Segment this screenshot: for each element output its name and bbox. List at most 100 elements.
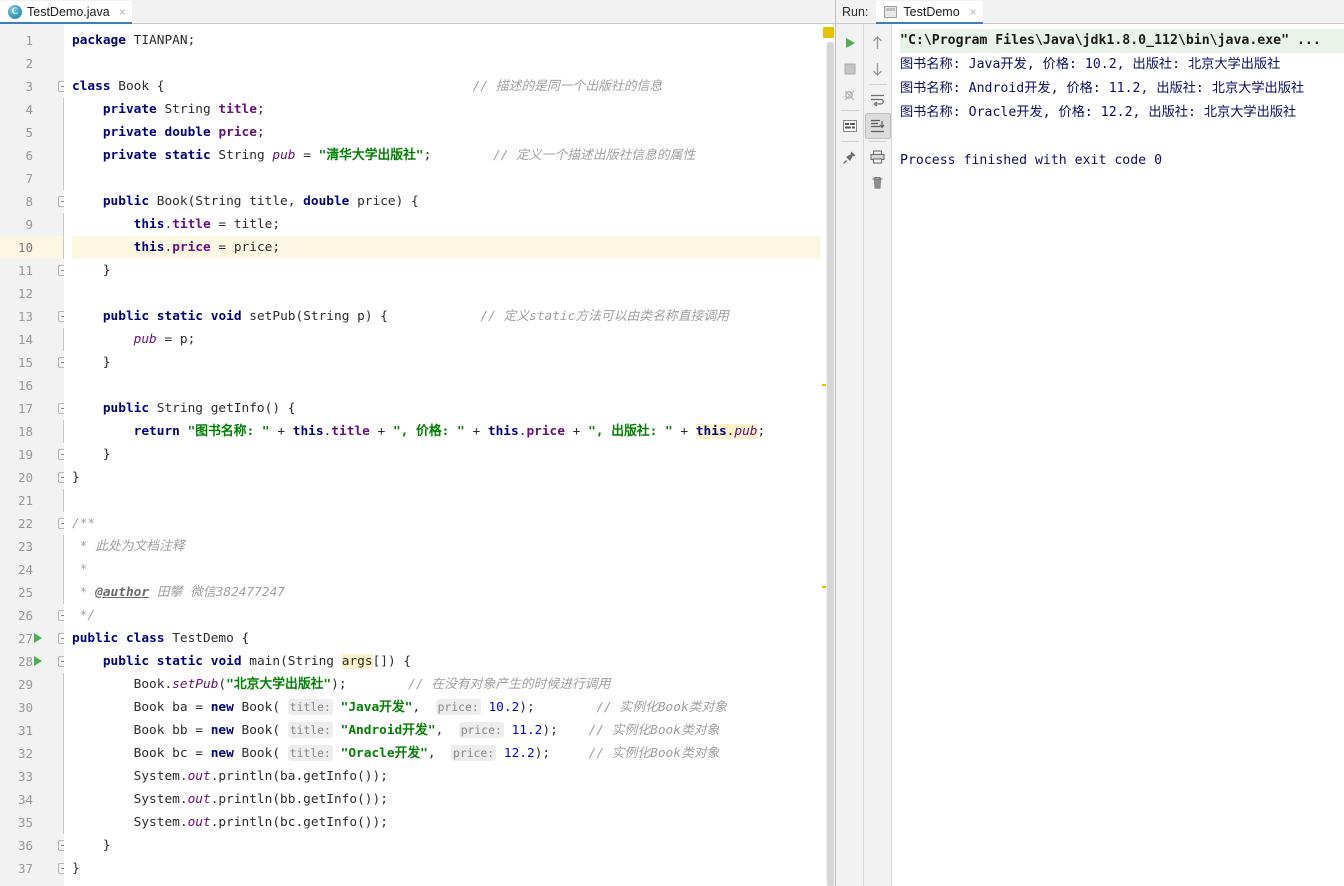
line-number-9[interactable]: 9 <box>0 213 64 236</box>
code-line[interactable]: private double price; <box>72 121 835 144</box>
line-number-8[interactable]: 8 <box>0 190 69 213</box>
code-line[interactable]: this.title = title; <box>72 213 835 236</box>
line-number-24[interactable]: 24 <box>0 558 64 581</box>
console-icon[interactable] <box>837 113 863 139</box>
line-number-32[interactable]: 32 <box>0 742 64 765</box>
code-line[interactable]: System.out.println(bb.getInfo()); <box>72 788 835 811</box>
line-number-1[interactable]: 1 <box>0 29 64 52</box>
code-line[interactable]: class Book { // 描述的是同一个出版社的信息 <box>72 75 835 98</box>
line-number-31[interactable]: 31 <box>0 719 64 742</box>
run-tab-testdemo[interactable]: TestDemo × <box>876 1 983 24</box>
line-number-21[interactable]: 21 <box>0 489 64 512</box>
code-line[interactable]: */ <box>72 604 835 627</box>
down-arrow-icon[interactable] <box>865 56 891 82</box>
line-number-2[interactable]: 2 <box>0 52 64 75</box>
code-line[interactable]: * @author 田攀 微信382477247 <box>72 581 835 604</box>
code-line[interactable]: return "图书名称: " + this.title + ", 价格: " … <box>72 420 835 443</box>
code-line[interactable] <box>72 282 835 305</box>
code-line[interactable] <box>72 489 835 512</box>
line-number-18[interactable]: 18 <box>0 420 64 443</box>
line-number-29[interactable]: 29 <box>0 673 64 696</box>
code-area[interactable]: package TIANPAN; class Book { // 描述的是同一个… <box>64 24 835 886</box>
up-arrow-icon[interactable] <box>865 30 891 56</box>
code-line[interactable]: Book bb = new Book( title: "Android开发", … <box>72 719 835 742</box>
editor-scroll-thumb[interactable] <box>827 42 834 886</box>
line-number-4[interactable]: 4 <box>0 98 64 121</box>
code-line[interactable]: this.price = price; <box>72 236 835 259</box>
code-line[interactable]: pub = p; <box>72 328 835 351</box>
code-line[interactable]: * 此处为文档注释 <box>72 535 835 558</box>
line-number-34[interactable]: 34 <box>0 788 64 811</box>
code-line[interactable]: package TIANPAN; <box>72 29 835 52</box>
code-token-str: ", 价格: " <box>392 424 465 439</box>
line-number-14[interactable]: 14 <box>0 328 64 351</box>
line-number-26[interactable]: 26 <box>0 604 69 627</box>
scroll-to-end-icon[interactable] <box>864 113 891 139</box>
run-gutter-icon[interactable] <box>34 656 42 666</box>
line-number-30[interactable]: 30 <box>0 696 64 719</box>
stop-icon[interactable] <box>837 56 863 82</box>
code-token-pln: Book( <box>233 700 288 715</box>
clear-all-icon[interactable] <box>865 170 891 196</box>
code-line[interactable]: } <box>72 443 835 466</box>
code-line[interactable]: public class TestDemo { <box>72 627 835 650</box>
soft-wrap-icon[interactable] <box>865 87 891 113</box>
line-number-11[interactable]: 11 <box>0 259 69 282</box>
console-output[interactable]: "C:\Program Files\Java\jdk1.8.0_112\bin\… <box>892 24 1344 886</box>
code-line[interactable]: } <box>72 259 835 282</box>
close-icon[interactable]: × <box>970 6 977 18</box>
code-line[interactable]: private static String pub = "清华大学出版社"; /… <box>72 144 835 167</box>
line-number-35[interactable]: 35 <box>0 811 64 834</box>
line-number-gutter[interactable]: 1 2 3 4 5 6 7 8 9 10 11 12 13 14 15 16 17 18 19 20 21 22 23 24 2… <box>0 24 69 886</box>
code-line[interactable]: Book.setPub("北京大学出版社"); // 在没有对象产生的时候进行调… <box>72 673 835 696</box>
line-number-12[interactable]: 12 <box>0 282 64 305</box>
code-line[interactable] <box>72 167 835 190</box>
code-line[interactable]: Book ba = new Book( title: "Java开发", pri… <box>72 696 835 719</box>
code-line[interactable]: public String getInfo() { <box>72 397 835 420</box>
code-line[interactable]: Book bc = new Book( title: "Oracle开发", p… <box>72 742 835 765</box>
pin-icon[interactable] <box>837 144 863 170</box>
code-line[interactable]: public Book(String title, double price) … <box>72 190 835 213</box>
line-number-33[interactable]: 33 <box>0 765 64 788</box>
line-number-13[interactable]: 13 <box>0 305 69 328</box>
code-line[interactable]: } <box>72 834 835 857</box>
editor-marker-strip[interactable] <box>821 24 835 886</box>
code-line[interactable]: private String title; <box>72 98 835 121</box>
run-gutter-icon[interactable] <box>34 633 42 643</box>
line-number-25[interactable]: 25 <box>0 581 64 604</box>
warning-indicator[interactable] <box>823 27 834 38</box>
line-number-7[interactable]: 7 <box>0 167 64 190</box>
line-number-37[interactable]: 37 <box>0 857 69 880</box>
code-line[interactable]: } <box>72 351 835 374</box>
code-line[interactable]: * <box>72 558 835 581</box>
line-number-3[interactable]: 3 <box>0 75 69 98</box>
code-line[interactable] <box>72 374 835 397</box>
code-line[interactable]: System.out.println(ba.getInfo()); <box>72 765 835 788</box>
close-icon[interactable]: × <box>119 6 126 18</box>
line-number-28[interactable]: 28 <box>0 650 69 673</box>
thread-dump-icon[interactable] <box>837 82 863 108</box>
code-line[interactable]: /** <box>72 512 835 535</box>
print-icon[interactable] <box>865 144 891 170</box>
code-line[interactable]: public static void setPub(String p) { //… <box>72 305 835 328</box>
line-number-27[interactable]: 27 <box>0 627 69 650</box>
code-line[interactable]: System.out.println(bc.getInfo()); <box>72 811 835 834</box>
line-number-10[interactable]: 10 <box>0 236 64 259</box>
line-number-23[interactable]: 23 <box>0 535 64 558</box>
line-number-19[interactable]: 19 <box>0 443 69 466</box>
line-number-6[interactable]: 6 <box>0 144 64 167</box>
line-number-20[interactable]: 20 <box>0 466 69 489</box>
code-line[interactable] <box>72 52 835 75</box>
editor-tab-testdemo[interactable]: C TestDemo.java × <box>0 1 132 24</box>
line-number-15[interactable]: 15 <box>0 351 69 374</box>
editor-vertical-scrollbar[interactable] <box>826 42 835 886</box>
code-line[interactable]: public static void main(String args[]) { <box>72 650 835 673</box>
line-number-5[interactable]: 5 <box>0 121 64 144</box>
rerun-icon[interactable] <box>837 30 863 56</box>
line-number-16[interactable]: 16 <box>0 374 64 397</box>
line-number-17[interactable]: 17 <box>0 397 69 420</box>
line-number-22[interactable]: 22 <box>0 512 69 535</box>
code-line[interactable]: } <box>72 466 835 489</box>
line-number-36[interactable]: 36 <box>0 834 69 857</box>
code-line[interactable]: } <box>72 857 835 880</box>
